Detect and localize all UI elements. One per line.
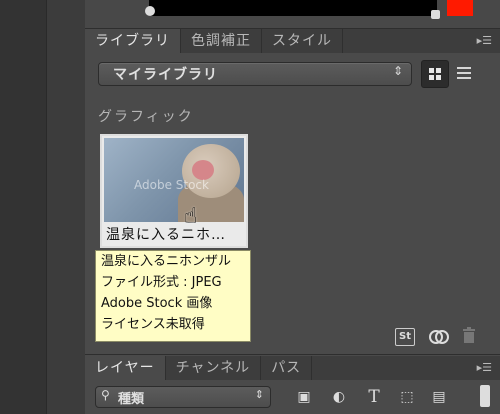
layer-filter-select[interactable]: ⚲ 種類 ⇕: [95, 386, 271, 408]
tooltip-line: ファイル形式 : JPEG: [101, 275, 222, 290]
adobe-stock-button[interactable]: St: [395, 328, 415, 346]
tab-layers[interactable]: レイヤー: [85, 356, 166, 380]
panel-menu-icon[interactable]: ▸☰: [477, 361, 492, 374]
adjustment-filter-icon[interactable]: ◐: [330, 388, 348, 406]
library-select-label: マイライブラリ: [113, 67, 218, 83]
image-filter-icon[interactable]: ▣: [295, 388, 313, 406]
tab-libraries[interactable]: ライブラリ: [85, 29, 181, 53]
library-tabbar: ライブラリ 色調補正 スタイル ▸☰: [85, 29, 500, 53]
smartobject-filter-icon[interactable]: ▤: [430, 388, 448, 406]
left-dock: [0, 0, 46, 414]
foreground-swatch[interactable]: [447, 0, 473, 16]
shape-filter-icon[interactable]: ⬚: [398, 388, 416, 406]
tab-adjustments[interactable]: 色調補正: [181, 29, 262, 53]
tool-column: [46, 0, 86, 414]
grid-icon: [429, 68, 441, 80]
trash-icon[interactable]: [462, 326, 476, 344]
ramp-start-handle[interactable]: [145, 6, 155, 16]
hand-cursor-icon: ☝: [184, 204, 198, 229]
tab-styles[interactable]: スタイル: [262, 29, 343, 53]
layers-tabbar: レイヤー チャンネル パス ▸☰: [85, 356, 500, 380]
color-panel: [85, 0, 500, 28]
section-heading: グラフィック: [98, 109, 194, 125]
type-filter-icon[interactable]: T: [365, 388, 383, 406]
stock-watermark: Adobe Stock: [134, 178, 209, 192]
ramp-slider-handle[interactable]: [431, 10, 440, 19]
select-arrows-icon: ⇕: [392, 64, 403, 78]
item-caption: 温泉に入るニホ…: [106, 227, 226, 243]
library-select[interactable]: マイライブラリ ⇕: [98, 62, 412, 86]
library-footer: St: [85, 322, 500, 352]
list-view-button[interactable]: [451, 60, 477, 86]
search-icon: ⚲: [101, 388, 110, 402]
tooltip-line: 温泉に入るニホンザル: [101, 254, 232, 269]
divider: [85, 354, 500, 355]
monkey-face: [192, 160, 214, 180]
tooltip-line: Adobe Stock 画像: [101, 296, 213, 311]
grid-view-button[interactable]: [421, 60, 449, 88]
filter-toggle[interactable]: [480, 385, 490, 407]
panel-dock: ライブラリ 色調補正 スタイル ▸☰ マイライブラリ ⇕ グラフィック Adob…: [85, 0, 500, 414]
layer-filter-label: 種類: [118, 392, 145, 407]
panel-menu-icon[interactable]: ▸☰: [477, 34, 492, 47]
tab-paths[interactable]: パス: [261, 356, 313, 380]
color-ramp[interactable]: [149, 0, 437, 16]
library-item[interactable]: Adobe Stock 温泉に入るニホ… ☝: [100, 134, 248, 248]
creative-cloud-icon[interactable]: [428, 328, 450, 346]
list-icon: [457, 67, 471, 79]
item-thumbnail: Adobe Stock: [104, 138, 244, 222]
select-arrows-icon: ⇕: [254, 388, 264, 401]
tab-channels[interactable]: チャンネル: [166, 356, 262, 380]
